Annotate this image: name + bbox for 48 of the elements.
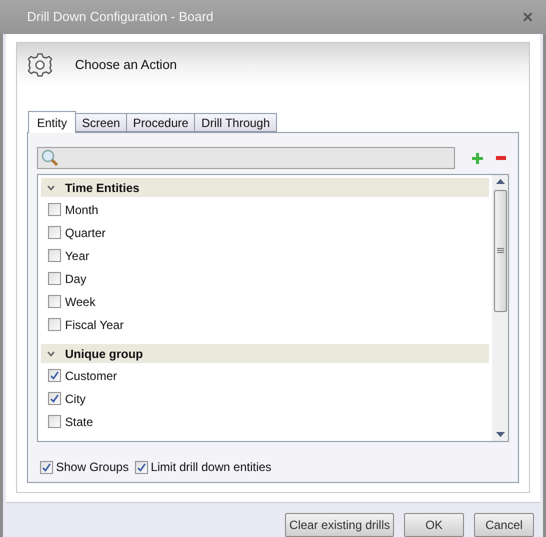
checkbox[interactable] bbox=[48, 392, 61, 405]
checkbox[interactable] bbox=[48, 226, 61, 239]
checkbox[interactable] bbox=[48, 415, 61, 428]
checkbox-label: Show Groups bbox=[56, 459, 129, 476]
checkbox-label: Month bbox=[65, 202, 98, 218]
tab[interactable]: Screen bbox=[76, 113, 128, 132]
checkbox-label: Quarter bbox=[65, 224, 106, 242]
dialog-button[interactable]: OK bbox=[404, 513, 464, 537]
scroll-up-icon[interactable] bbox=[496, 179, 504, 184]
add-button[interactable] bbox=[471, 152, 483, 164]
checkbox-label: Week bbox=[65, 294, 96, 310]
checkbox[interactable] bbox=[48, 272, 61, 285]
gear-icon bbox=[27, 52, 53, 78]
minus-icon bbox=[496, 156, 506, 160]
tab[interactable]: Drill Through bbox=[195, 113, 277, 132]
tab[interactable]: Procedure bbox=[127, 113, 196, 132]
checkbox[interactable] bbox=[48, 295, 61, 308]
grip-icon bbox=[496, 248, 504, 254]
scrollbar-thumb[interactable] bbox=[494, 190, 506, 312]
tab[interactable]: Entity bbox=[28, 111, 76, 133]
chevron-down-icon bbox=[47, 350, 55, 356]
checkbox-label: City bbox=[65, 390, 86, 408]
checkbox[interactable] bbox=[48, 249, 61, 262]
checkbox-label: Day bbox=[65, 270, 86, 288]
scroll-down-icon[interactable] bbox=[496, 432, 504, 437]
dialog-button[interactable]: Cancel bbox=[474, 513, 534, 537]
checkbox[interactable] bbox=[48, 203, 61, 216]
checkbox-label: Fiscal Year bbox=[65, 316, 124, 334]
group-header[interactable]: Unique group bbox=[41, 344, 489, 363]
header-title: Choose an Action bbox=[75, 56, 177, 74]
search-icon bbox=[40, 149, 60, 167]
checkbox-label: State bbox=[65, 414, 94, 430]
dialog-button[interactable]: Clear existing drills bbox=[285, 513, 394, 537]
group-title: Unique group bbox=[65, 346, 143, 362]
checkbox-label: Customer bbox=[65, 368, 118, 384]
search-field[interactable] bbox=[37, 147, 455, 169]
checkbox[interactable] bbox=[40, 460, 53, 474]
checkbox[interactable] bbox=[48, 369, 61, 382]
plus-icon bbox=[472, 152, 482, 164]
checkbox-label: Year bbox=[65, 248, 90, 264]
window-title: Drill Down Configuration - Board bbox=[27, 8, 214, 26]
checkbox[interactable] bbox=[48, 318, 61, 331]
checkbox[interactable] bbox=[134, 460, 148, 474]
checkbox-label: Limit drill down entities bbox=[150, 459, 272, 476]
group-header[interactable]: Time Entities bbox=[41, 178, 489, 197]
chevron-down-icon bbox=[47, 184, 55, 190]
group-title: Time Entities bbox=[65, 180, 140, 196]
scrollbar[interactable] bbox=[492, 175, 508, 441]
